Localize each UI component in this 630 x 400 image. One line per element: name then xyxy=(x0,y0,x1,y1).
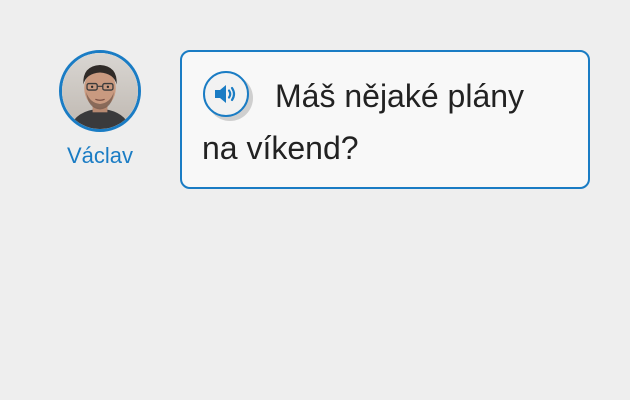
person-photo-icon xyxy=(62,53,138,129)
avatar xyxy=(59,50,141,132)
speaker-name: Václav xyxy=(66,143,134,168)
speech-bubble: Máš nějaké plány na víkend? xyxy=(180,50,590,189)
speaker: Václav xyxy=(56,50,144,168)
play-audio-button[interactable] xyxy=(202,70,256,118)
speaker-volume-icon xyxy=(215,85,236,103)
audio-button-circle[interactable] xyxy=(203,71,249,117)
message-text: Máš nějaké plány na víkend? xyxy=(202,78,525,166)
